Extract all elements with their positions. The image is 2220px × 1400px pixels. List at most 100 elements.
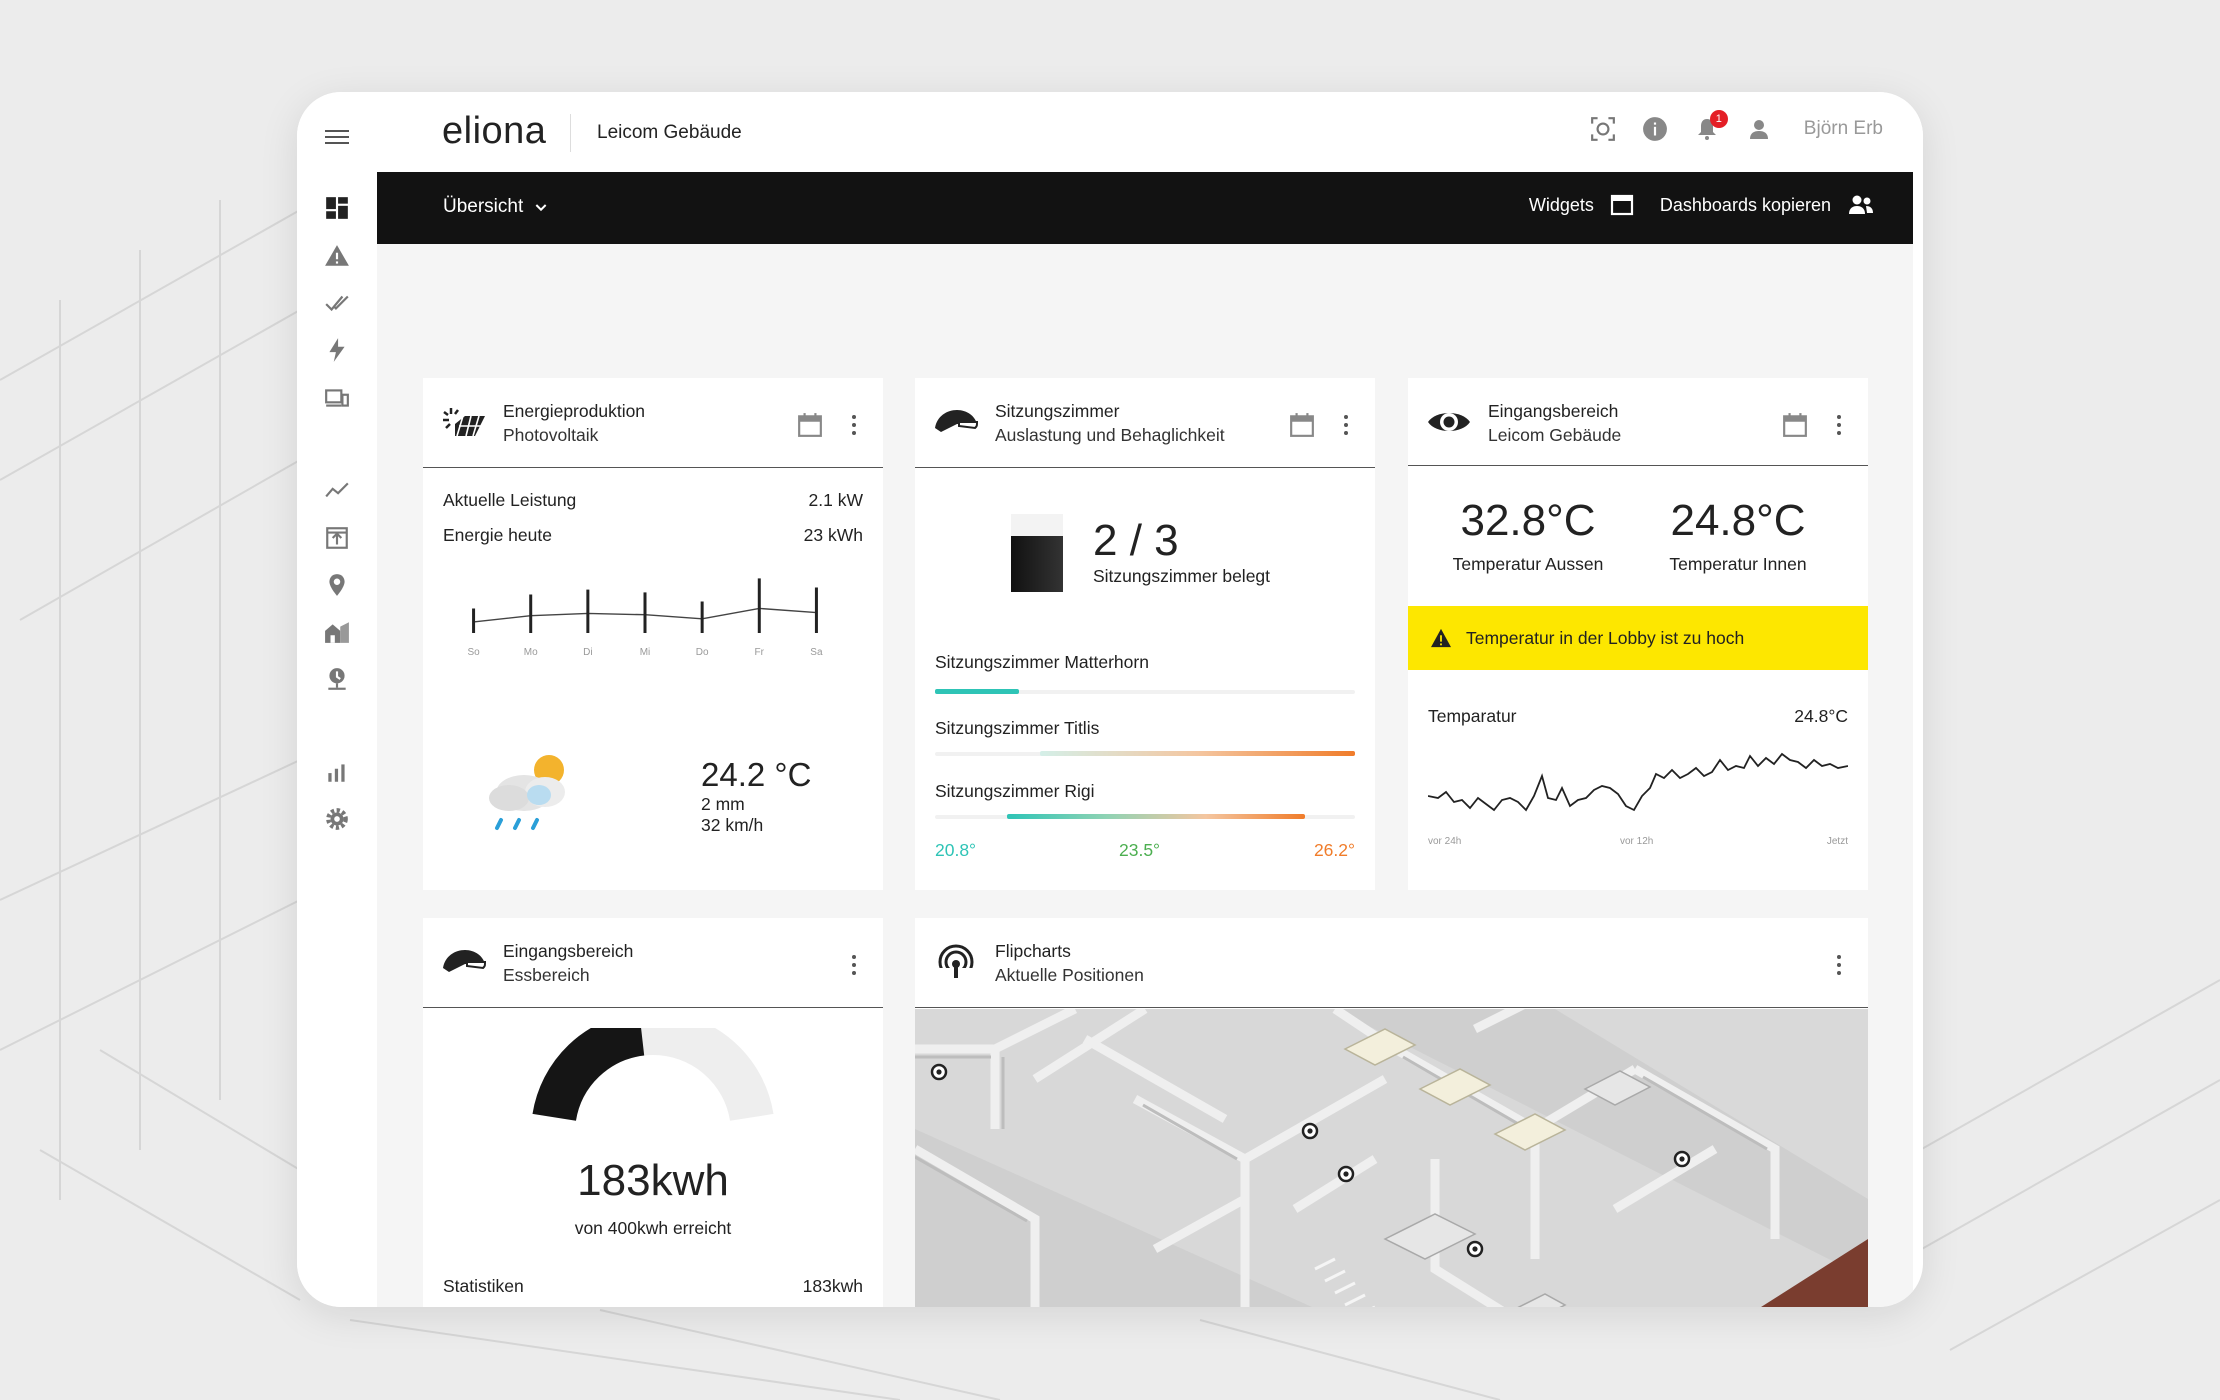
upload-icon[interactable] xyxy=(321,522,353,554)
info-icon[interactable] xyxy=(1640,114,1670,144)
flipcharts-title: Flipcharts xyxy=(995,941,1071,961)
energy-day-label: So xyxy=(467,647,480,658)
energy-day-label: Sa xyxy=(810,647,823,658)
room-comfort-bar xyxy=(1007,814,1305,819)
logo[interactable]: eliona xyxy=(442,110,546,153)
inside-temperature-label: Temperatur Innen xyxy=(1669,554,1807,574)
energy-day-label: Di xyxy=(583,647,592,658)
weather-wind: 32 km/h xyxy=(701,815,764,835)
room-name: Sitzungszimmer Rigi xyxy=(935,781,1095,801)
widgets-label: Widgets xyxy=(1528,194,1594,215)
temperature-chart-value: 24.8°C xyxy=(1794,706,1848,726)
dashboard-content: Energieproduktion Photovoltaik Aktuelle … xyxy=(377,244,1913,1307)
dashboard-select-label: Übersicht xyxy=(443,196,524,217)
more-options-icon[interactable] xyxy=(849,952,859,978)
dashboard-icon[interactable] xyxy=(321,192,353,224)
notification-badge: 1 xyxy=(1709,110,1728,128)
occupancy-value: 2 / 3 xyxy=(1093,516,1179,565)
occupancy-bar-icon xyxy=(1011,514,1063,592)
building-icon[interactable] xyxy=(321,616,353,648)
entrance-card-header: Eingangsbereich Leicom Gebäude xyxy=(1408,378,1868,466)
flipcharts-subtitle: Aktuelle Positionen xyxy=(995,965,1144,985)
meeting-rooms-card: Sitzungszimmer Auslastung und Behaglichk… xyxy=(915,378,1375,890)
dining-card-header: Eingangsbereich Essbereich xyxy=(423,918,883,1008)
alarm-icon[interactable] xyxy=(321,240,353,272)
flipcharts-card: Flipcharts Aktuelle Positionen xyxy=(915,918,1868,1307)
dining-subtitle: Essbereich xyxy=(503,965,590,985)
trend-icon[interactable] xyxy=(321,475,353,507)
statistics-value: 183kwh xyxy=(802,1276,863,1296)
inside-temperature: 24.8°C xyxy=(1670,496,1806,545)
dining-energy-card: Eingangsbereich Essbereich 183kwh von 40… xyxy=(423,918,883,1307)
location-icon[interactable] xyxy=(321,569,353,601)
widgets-button[interactable]: Widgets xyxy=(1529,194,1634,216)
copy-dashboards-label: Dashboards kopieren xyxy=(1659,194,1831,215)
dashboard-select[interactable]: Übersicht xyxy=(443,196,549,218)
calendar-icon[interactable] xyxy=(1782,412,1808,438)
energy-gauge xyxy=(532,1028,774,1122)
weather-rain: 2 mm xyxy=(701,794,745,814)
room-name: Sitzungszimmer Matterhorn xyxy=(935,652,1149,672)
weather-rain-icon xyxy=(489,755,565,830)
navbar-actions: Widgets Dashboards kopieren xyxy=(1529,194,1875,216)
alert-text: Temperatur in der Lobby ist zu hoch xyxy=(1466,627,1745,648)
meeting-rooms-card-header: Sitzungszimmer Auslastung und Behaglichk… xyxy=(915,378,1375,468)
gauge-value: 183kwh xyxy=(577,1156,729,1205)
more-options-icon[interactable] xyxy=(1834,412,1844,438)
more-options-icon[interactable] xyxy=(849,412,859,438)
widget-window-icon xyxy=(1610,194,1633,216)
comfort-scale-mid: 23.5° xyxy=(1119,840,1161,860)
energy-icon[interactable] xyxy=(321,334,353,366)
divider xyxy=(570,114,571,152)
floor-plan-3d[interactable] xyxy=(915,1009,1868,1307)
energy-today-label: Energie heute xyxy=(443,525,552,545)
axis-label: Jetzt xyxy=(1826,836,1848,847)
weather-temperature: 24.2 °C xyxy=(701,756,812,793)
axis-label: vor 24h xyxy=(1428,836,1462,847)
comfort-scale-min: 20.8° xyxy=(935,840,977,860)
devices-icon[interactable] xyxy=(321,382,353,414)
dining-title: Eingangsbereich xyxy=(503,941,634,961)
wireless-signal-icon xyxy=(938,944,974,982)
user-icon[interactable] xyxy=(1744,114,1774,144)
check-icon[interactable] xyxy=(321,287,353,319)
user-name[interactable]: Björn Erb xyxy=(1804,118,1883,140)
occupancy-label: Sitzungszimmer belegt xyxy=(1093,566,1271,586)
energy-week-chart: So Mo Di Mi Do Fr Sa xyxy=(467,578,823,658)
entrance-title: Eingangsbereich xyxy=(1488,401,1619,421)
energy-card: Energieproduktion Photovoltaik Aktuelle … xyxy=(423,378,883,890)
comfort-scale-max: 26.2° xyxy=(1313,840,1355,860)
building-title[interactable]: Leicom Gebäude xyxy=(597,122,742,144)
statistics-icon[interactable] xyxy=(321,756,353,788)
energy-card-header: Energieproduktion Photovoltaik xyxy=(423,378,883,468)
users-icon xyxy=(1849,195,1873,214)
temperature-chart-label: Temparatur xyxy=(1428,706,1517,726)
gauge-caption: von 400kwh erreicht xyxy=(574,1218,732,1238)
calendar-icon[interactable] xyxy=(797,412,823,438)
room-comfort-bar xyxy=(935,689,1019,694)
gauge-icon xyxy=(443,950,487,972)
meeting-rooms-title: Sitzungszimmer xyxy=(995,401,1120,421)
menu-icon[interactable] xyxy=(325,126,349,148)
temperature-alert[interactable]: Temperatur in der Lobby ist zu hoch xyxy=(1408,606,1868,670)
temperature-trend-chart xyxy=(1428,752,1848,812)
sensor-icon[interactable] xyxy=(321,663,353,695)
settings-icon[interactable] xyxy=(321,803,353,835)
energy-day-label: Mo xyxy=(524,647,538,658)
energy-today-value: 23 kWh xyxy=(803,525,863,545)
energy-subtitle: Photovoltaik xyxy=(503,425,599,445)
energy-day-label: Mi xyxy=(640,647,651,658)
energy-day-label: Fr xyxy=(755,647,765,658)
more-options-icon[interactable] xyxy=(1834,952,1844,978)
entrance-card: Eingangsbereich Leicom Gebäude 32.8°C Te… xyxy=(1408,378,1868,890)
room-comfort-bar xyxy=(1040,751,1355,756)
copy-dashboards-button[interactable]: Dashboards kopieren xyxy=(1660,194,1875,216)
current-power-label: Aktuelle Leistung xyxy=(443,490,577,510)
scan-icon[interactable] xyxy=(1588,114,1618,144)
notification-bell-icon[interactable]: 1 xyxy=(1692,110,1728,144)
outside-temperature: 32.8°C xyxy=(1460,496,1596,545)
meeting-rooms-subtitle: Auslastung und Behaglichkeit xyxy=(995,425,1225,445)
calendar-icon[interactable] xyxy=(1289,412,1315,438)
more-options-icon[interactable] xyxy=(1341,412,1351,438)
current-power-value: 2.1 kW xyxy=(808,490,863,510)
